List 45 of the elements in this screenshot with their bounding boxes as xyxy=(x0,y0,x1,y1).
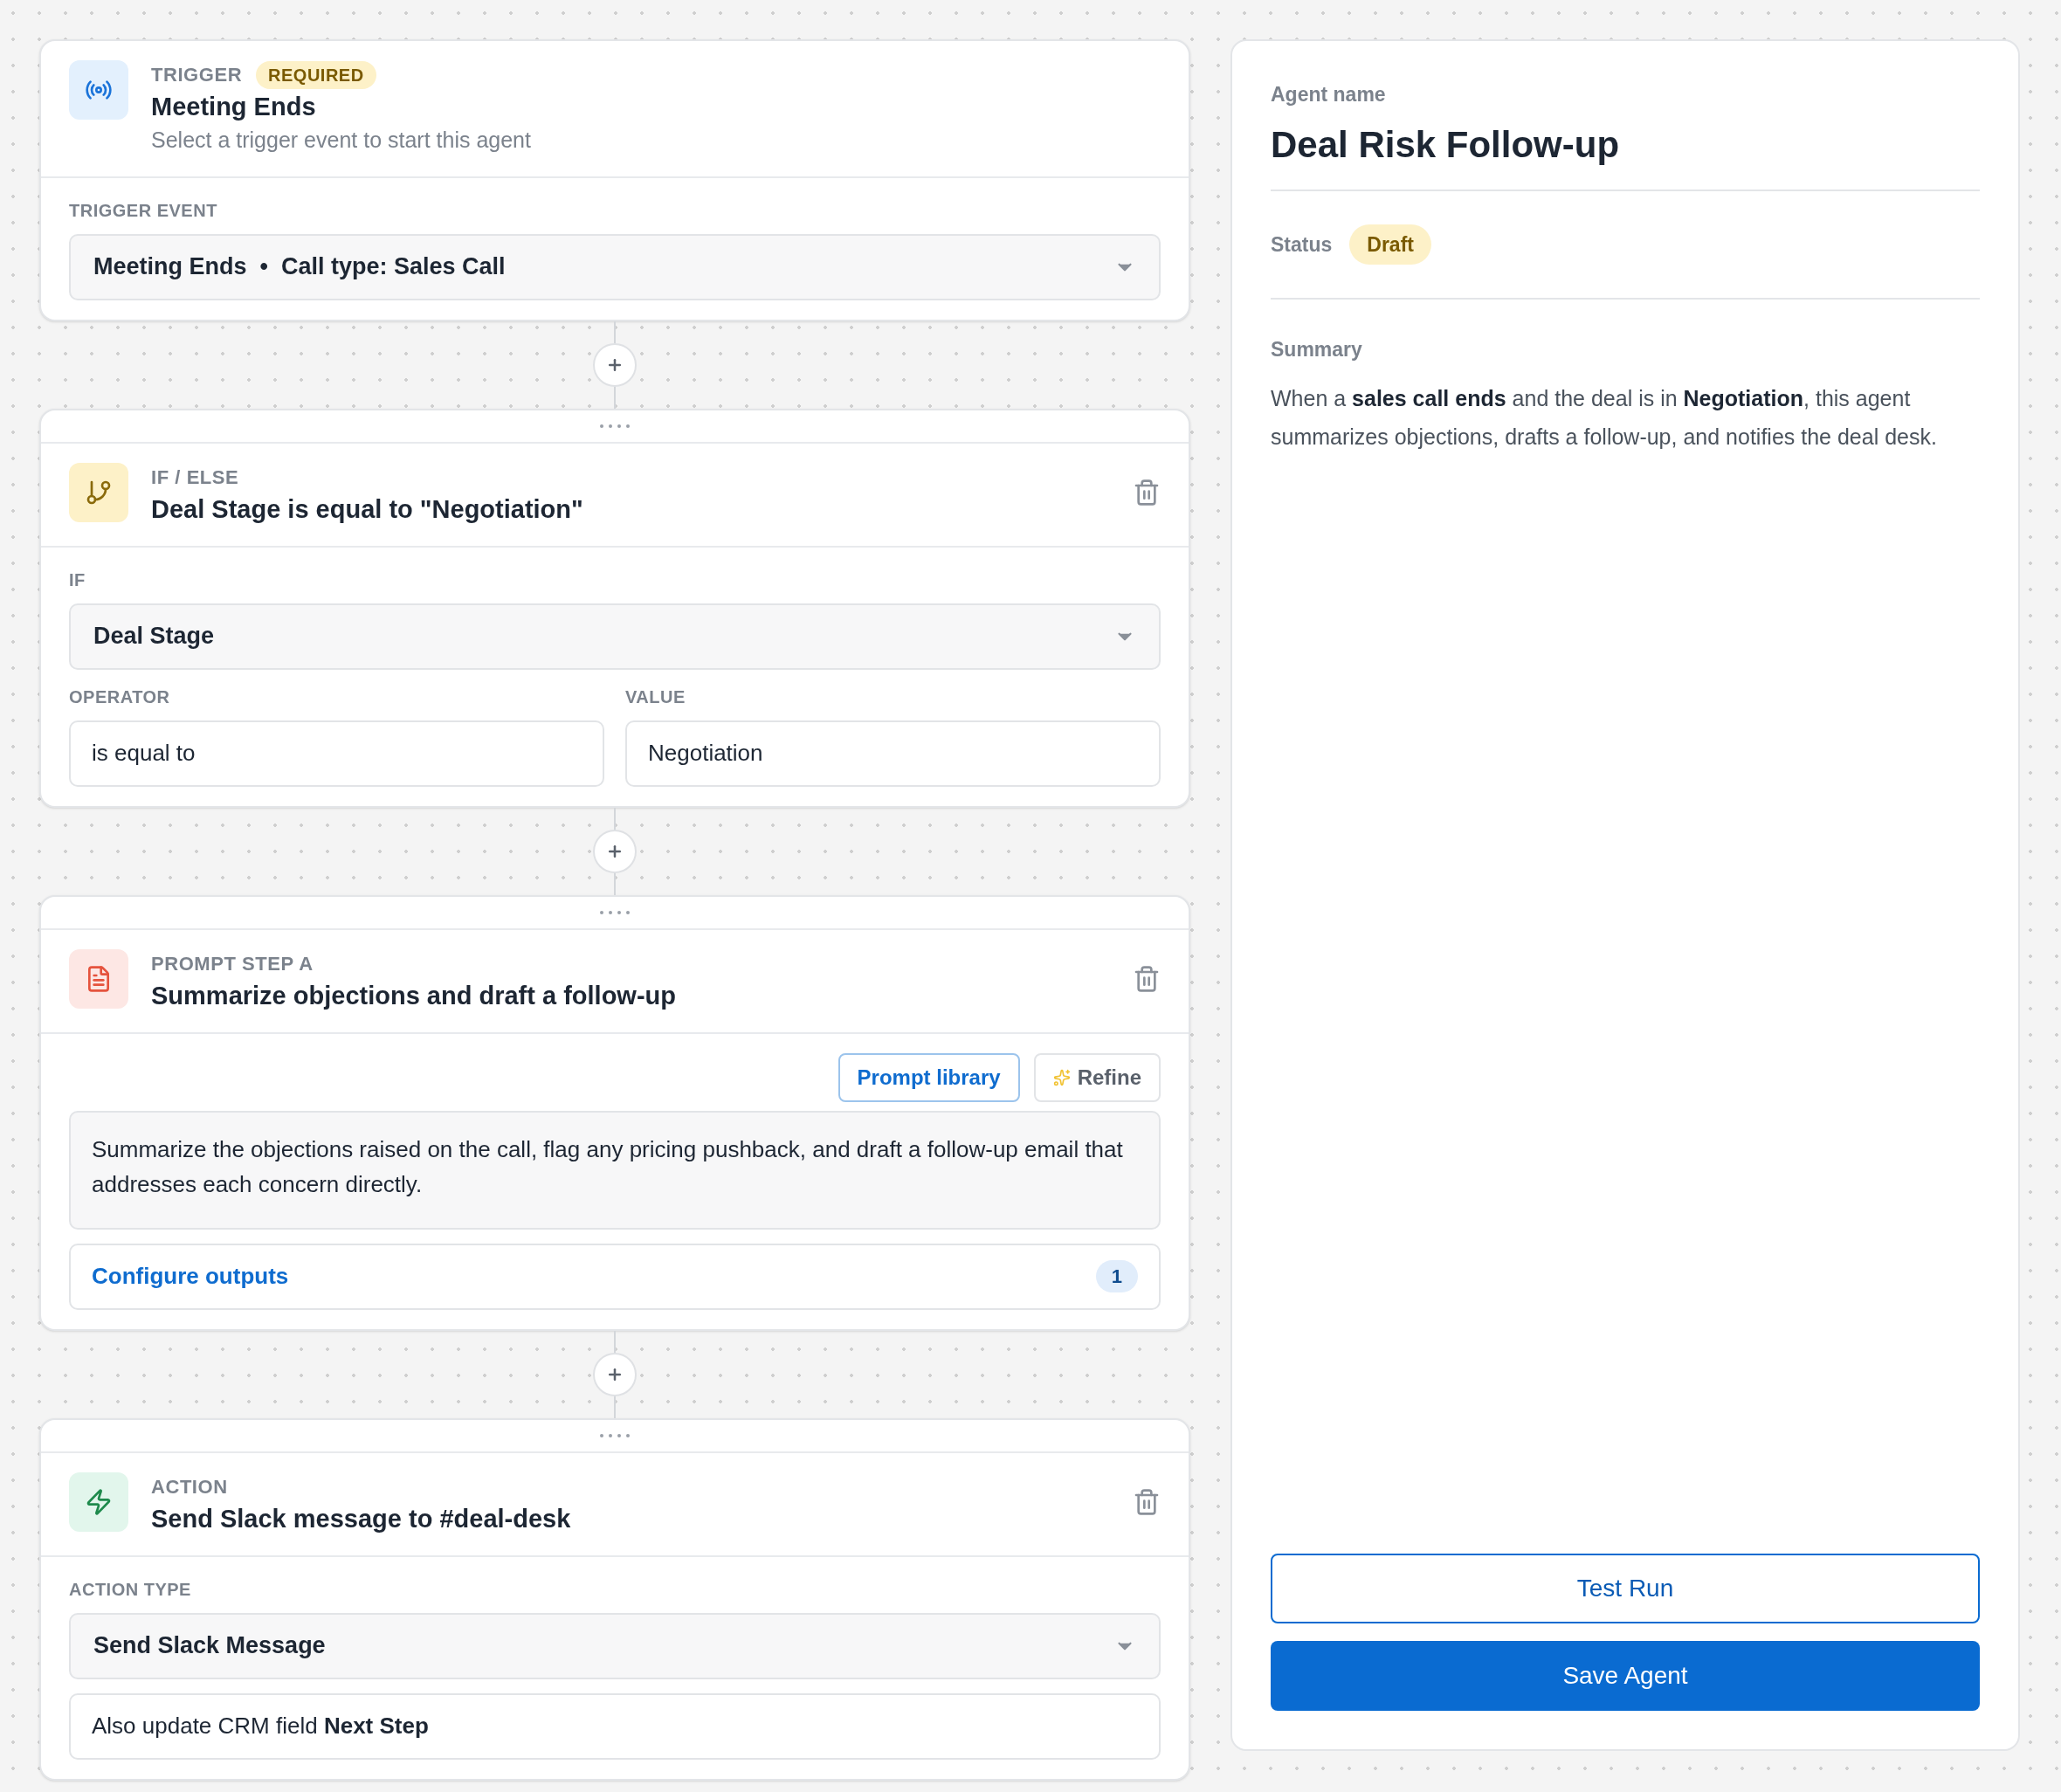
add-step-button[interactable] xyxy=(593,1352,637,1396)
input-field[interactable]: is equal to xyxy=(69,720,604,787)
delete-icon[interactable] xyxy=(1133,1487,1161,1516)
summary-label: Summary xyxy=(1271,337,1363,362)
save-button[interactable]: Save Agent xyxy=(1271,1641,1980,1711)
agent-name: Deal Risk Follow-up xyxy=(1271,116,1980,191)
required-badge: REQUIRED xyxy=(256,60,376,89)
step-title: Send Slack message to #deal-desk xyxy=(151,1503,572,1534)
configure-outputs-button[interactable]: Configure outputs 1 xyxy=(69,1243,1161,1310)
drag-handle-icon[interactable] xyxy=(599,1432,631,1438)
input-field[interactable]: Negotiation xyxy=(625,720,1161,787)
field-label: ACTION TYPE xyxy=(69,1578,192,1601)
count-badge: 1 xyxy=(1095,1260,1138,1292)
step-title: Meeting Ends xyxy=(151,92,317,122)
drag-handle-icon[interactable] xyxy=(599,423,631,429)
prompt-library-button[interactable]: Prompt library xyxy=(837,1052,1020,1102)
field-label: TRIGGER EVENT xyxy=(69,199,218,222)
refine-button[interactable]: Refine xyxy=(1033,1052,1161,1102)
lightning-icon xyxy=(85,1487,113,1516)
step-type-label: PROMPT STEP A xyxy=(151,951,314,976)
delete-icon[interactable] xyxy=(1133,478,1161,507)
note-field[interactable]: Also update CRM field Next Step xyxy=(69,1692,1161,1760)
field-label: IF xyxy=(69,569,86,591)
select-field[interactable]: Deal Stage xyxy=(69,603,1161,670)
status-badge: Draft xyxy=(1349,224,1431,265)
agent-name-label: Agent name xyxy=(1271,82,1387,107)
select-field[interactable]: Send Slack Message xyxy=(69,1612,1161,1679)
step-subtitle: Select a trigger event to start this agent xyxy=(151,127,532,154)
step-title: Deal Stage is equal to "Negotiation" xyxy=(151,493,584,525)
test-run-button[interactable]: Test Run xyxy=(1271,1554,1980,1623)
step-type-label: IF / ELSE xyxy=(151,465,239,490)
step-title: Summarize objections and draft a follow-up xyxy=(151,980,677,1011)
field-label: OPERATOR xyxy=(69,686,171,708)
step-type-label: ACTION xyxy=(151,1474,228,1499)
sparkle-icon xyxy=(1052,1068,1071,1086)
status-label: Status xyxy=(1271,231,1333,258)
drag-handle-icon[interactable] xyxy=(599,909,631,915)
add-step-button[interactable] xyxy=(593,342,637,387)
summary-text: When a sales call ends and the deal is in Negotiation, this agent summarizes objections, drafts a follow-up, and notifies the deal desk. xyxy=(1271,384,1938,451)
delete-icon[interactable] xyxy=(1133,964,1161,993)
prompt-text-area[interactable]: Summarize the objections raised on the call, flag any pricing pushback, and draft a follow-up email that addresses each concern directly. xyxy=(69,1110,1161,1230)
field-label: VALUE xyxy=(625,686,686,708)
add-step-button[interactable] xyxy=(593,829,637,873)
step-type-label: TRIGGER xyxy=(151,63,243,87)
select-field[interactable]: Meeting Ends • Call type: Sales Call xyxy=(69,233,1161,300)
